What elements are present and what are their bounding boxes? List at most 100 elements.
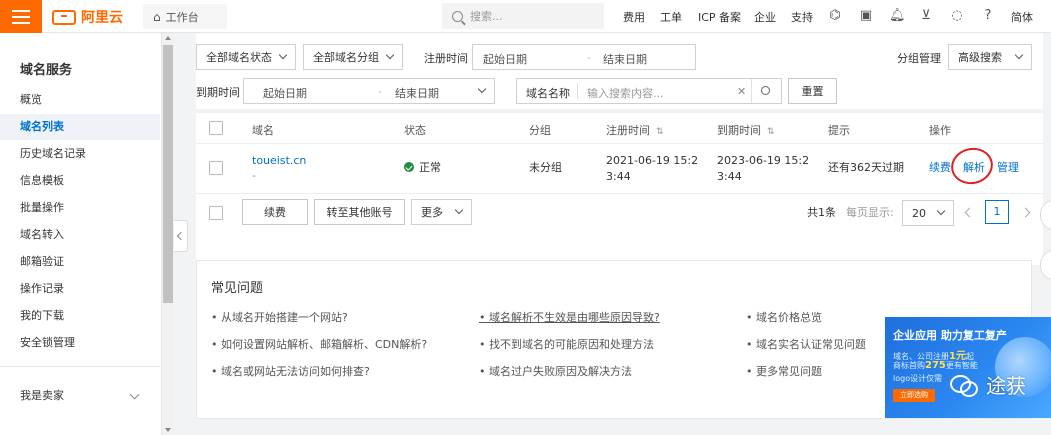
- faq-link[interactable]: • 更多常见问题: [746, 363, 822, 379]
- select-all-checkbox[interactable]: [209, 121, 223, 135]
- check-circle-icon: [404, 162, 414, 172]
- scroll-down-icon[interactable]: [165, 428, 171, 432]
- bulk-renew-button[interactable]: 续费: [242, 199, 308, 225]
- reg-date-range[interactable]: 起始日期 - 结束日期: [472, 44, 696, 70]
- nav-enterprise[interactable]: 企业: [754, 0, 776, 33]
- reg-time-value: 2021-06-19 15:2 3:44: [606, 153, 698, 185]
- scroll-up-icon[interactable]: [165, 36, 171, 40]
- sidebar-item-batch[interactable]: 批量操作: [0, 195, 160, 221]
- date-separator: -: [378, 85, 382, 98]
- domain-search-input[interactable]: 输入搜索内容...: [587, 85, 664, 101]
- sidebar-item-domain-list[interactable]: 域名列表: [0, 114, 160, 140]
- code-icon[interactable]: ⌬: [827, 8, 843, 24]
- home-icon: ⌂: [153, 9, 161, 24]
- expire-date-range[interactable]: 起始日期 - 结束日期: [243, 78, 495, 104]
- date-separator: -: [587, 51, 591, 64]
- sidebar-item-security-lock[interactable]: 安全锁管理: [0, 330, 160, 356]
- page-1-button[interactable]: 1: [985, 200, 1009, 224]
- faq-title: 常见问题: [211, 281, 264, 296]
- reg-start-date[interactable]: 起始日期: [483, 51, 527, 67]
- expire-start-date[interactable]: 起始日期: [263, 85, 307, 101]
- row-checkbox[interactable]: [209, 161, 223, 175]
- group-select[interactable]: 全部域名分组: [303, 44, 403, 70]
- th-exp-time[interactable]: 到期时间 ⇅: [717, 122, 775, 138]
- aliyun-logo[interactable]: 阿里云: [52, 7, 123, 27]
- domain-name-label: 域名名称: [526, 87, 570, 100]
- row-divider: [196, 193, 1043, 194]
- sidebar-item-history[interactable]: 历史域名记录: [0, 141, 160, 167]
- sidebar-item-downloads[interactable]: 我的下载: [0, 303, 160, 329]
- total-count: 共1条: [807, 206, 836, 219]
- group-manage-link[interactable]: 分组管理: [897, 50, 941, 66]
- nav-billing[interactable]: 费用: [623, 0, 645, 33]
- collapse-sidebar-button[interactable]: [174, 220, 188, 252]
- reg-end-date[interactable]: 结束日期: [603, 51, 647, 67]
- expire-end-date[interactable]: 结束日期: [395, 85, 439, 101]
- domain-link[interactable]: toueist.cn: [252, 153, 306, 169]
- advanced-search-button[interactable]: 高级搜索: [948, 44, 1032, 70]
- domain-sub: -: [252, 169, 256, 182]
- th-status: 状态: [404, 124, 426, 137]
- more-label: 更多: [421, 206, 443, 219]
- page-size-select[interactable]: 20: [902, 200, 954, 226]
- expire-time-label: 到期时间: [196, 86, 240, 99]
- faq-link[interactable]: • 域名过户失败原因及解决方法: [479, 363, 632, 379]
- nav-support[interactable]: 支持: [791, 0, 813, 33]
- faq-link[interactable]: • 如何设置网站解析、邮箱解析、CDN解析?: [211, 336, 427, 352]
- reset-button[interactable]: 重置: [788, 78, 837, 104]
- next-page-icon[interactable]: [1020, 207, 1031, 218]
- status-select[interactable]: 全部域名状态: [196, 44, 296, 70]
- transfer-account-button[interactable]: 转至其他账号: [314, 199, 405, 225]
- sidebar-item-transfer-in[interactable]: 域名转入: [0, 222, 160, 248]
- chevron-down-icon: [454, 205, 464, 215]
- faq-link[interactable]: • 域名价格总览: [746, 309, 822, 325]
- search-icon[interactable]: [761, 86, 770, 95]
- watermark-text: 途获: [986, 374, 1026, 398]
- bell-icon[interactable]: 🔔︎: [889, 8, 906, 24]
- workbench-button[interactable]: ⌂ 工作台: [143, 4, 227, 29]
- nav-ticket[interactable]: 工单: [660, 0, 682, 33]
- scroll-thumb[interactable]: [163, 45, 173, 303]
- top-bar: 阿里云 ⌂ 工作台 搜索... 费用 工单 ICP 备案 企业 支持 ⌬ ▣ 🔔…: [0, 0, 1051, 33]
- status-select-value: 全部域名状态: [206, 51, 272, 64]
- bulk-select-checkbox[interactable]: [209, 206, 223, 220]
- more-actions-button[interactable]: 更多: [411, 199, 472, 225]
- sidebar: 域名服务 概览 域名列表 历史域名记录 信息模板 批量操作 域名转入 邮箱验证 …: [0, 33, 162, 435]
- sidebar-item-overview[interactable]: 概览: [0, 87, 160, 113]
- help-icon[interactable]: ?: [980, 8, 996, 24]
- sort-icon[interactable]: ⇅: [656, 127, 664, 137]
- language-switch[interactable]: 简体: [1011, 0, 1033, 33]
- reg-time-line-2: 3:44: [606, 170, 631, 183]
- sidebar-item-templates[interactable]: 信息模板: [0, 168, 160, 194]
- global-search-input[interactable]: 搜索...: [442, 3, 604, 29]
- faq-link[interactable]: • 域名解析不生效是由哪些原因导致?: [479, 309, 660, 325]
- promo-buy-button[interactable]: 立即选购: [893, 389, 935, 402]
- hamburger-icon: [12, 10, 30, 12]
- prev-page-icon[interactable]: [964, 207, 975, 218]
- manage-link[interactable]: 管理: [997, 160, 1019, 176]
- promo-banner[interactable]: 企业应用 助力复工复产 域名、公司注册1元起 商标首购275更有智能 logo设…: [885, 317, 1051, 418]
- terminal-icon[interactable]: ▣: [858, 8, 874, 24]
- faq-link[interactable]: • 域名或网站无法访问如何排查?: [211, 363, 370, 379]
- field-divider: [751, 79, 752, 103]
- faq-link[interactable]: • 域名实名认证常见问题: [746, 336, 866, 352]
- sidebar-divider: [0, 366, 160, 367]
- group-value: 未分组: [529, 161, 562, 174]
- sidebar-item-seller[interactable]: 我是卖家: [0, 383, 160, 409]
- clear-icon[interactable]: ✕: [737, 85, 746, 98]
- faq-link[interactable]: • 找不到域名的可能原因和处理方法: [479, 336, 654, 352]
- th-reg-time[interactable]: 注册时间 ⇅: [606, 122, 664, 138]
- workbench-label: 工作台: [165, 10, 199, 24]
- cart-icon[interactable]: ⊻: [918, 8, 934, 24]
- menu-button[interactable]: [0, 0, 42, 33]
- faq-link[interactable]: • 从域名开始搭建一个网站?: [211, 309, 348, 325]
- sidebar-item-operation-log[interactable]: 操作记录: [0, 276, 160, 302]
- sidebar-item-email-verify[interactable]: 邮箱验证: [0, 249, 160, 275]
- bulb-icon[interactable]: ◌: [949, 8, 965, 24]
- renew-link[interactable]: 续费: [929, 160, 951, 176]
- nav-icp[interactable]: ICP 备案: [698, 0, 741, 33]
- chevron-down-icon: [385, 50, 395, 60]
- sort-icon[interactable]: ⇅: [767, 127, 775, 137]
- sidebar-scrollbar[interactable]: [162, 33, 174, 435]
- expiry-hint: 还有362天过期: [828, 161, 904, 174]
